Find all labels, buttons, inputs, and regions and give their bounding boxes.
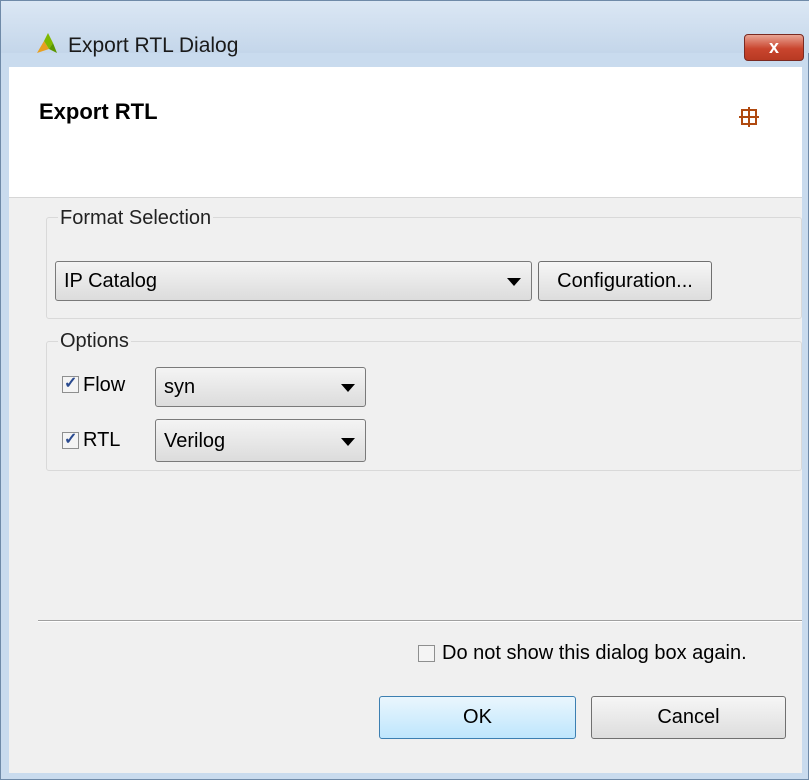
checkmark-icon: ✓ — [64, 375, 78, 392]
chevron-down-icon — [507, 278, 521, 286]
cancel-button[interactable]: Cancel — [591, 696, 786, 739]
rtl-checkbox[interactable]: ✓ — [62, 431, 79, 449]
rtl-dropdown[interactable]: Verilog — [155, 419, 366, 462]
rtl-dropdown-value: Verilog — [164, 430, 226, 452]
configuration-button[interactable]: Configuration... — [538, 261, 712, 301]
xilinx-logo-icon — [37, 33, 57, 53]
format-dropdown[interactable]: IP Catalog — [55, 261, 532, 301]
flow-checkbox[interactable]: ✓ — [62, 375, 79, 393]
footer-separator — [38, 620, 802, 622]
options-label: Options — [58, 330, 131, 353]
close-button[interactable]: x — [744, 34, 804, 61]
dont-show-again-label[interactable]: Do not show this dialog box again. — [442, 642, 747, 665]
flow-dropdown[interactable]: syn — [155, 367, 366, 407]
flow-dropdown-value: syn — [164, 376, 196, 398]
chevron-down-icon — [341, 384, 355, 392]
format-selection-label: Format Selection — [58, 207, 214, 230]
dialog-body: Export RTL Format Selection IP Catalog C… — [9, 67, 802, 773]
format-dropdown-value: IP Catalog — [64, 270, 158, 292]
title-bar[interactable]: Export RTL Dialog x — [1, 1, 809, 61]
rtl-label: RTL — [83, 429, 121, 451]
ok-button[interactable]: OK — [379, 696, 576, 739]
page-title: Export RTL — [39, 99, 158, 124]
dialog-header: Export RTL — [9, 67, 802, 198]
chevron-down-icon — [341, 438, 355, 446]
window-title: Export RTL Dialog — [68, 34, 239, 57]
checkmark-icon: ✓ — [64, 431, 78, 448]
crosshair-grid-icon — [739, 107, 759, 127]
flow-label: Flow — [83, 374, 126, 396]
dont-show-again-checkbox[interactable] — [418, 645, 435, 662]
close-icon: x — [768, 37, 779, 57]
dialog-window: Export RTL Dialog x Export RTL Format Se… — [0, 0, 809, 780]
